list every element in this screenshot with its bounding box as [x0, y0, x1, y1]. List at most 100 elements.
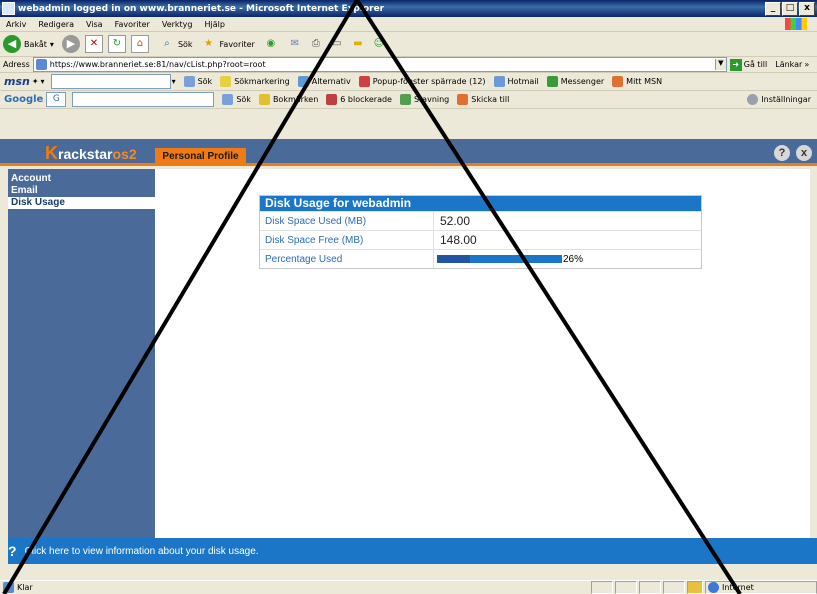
menu-arkiv[interactable]: Arkiv — [6, 20, 26, 29]
table-row: Disk Space Free (MB) 148.00 — [260, 230, 701, 249]
disk-used-label: Disk Space Used (MB) — [260, 212, 434, 230]
address-input[interactable]: https://www.branneriet.se:81/nav/cList.p… — [32, 57, 727, 72]
google-search-button[interactable]: Sök — [222, 94, 251, 105]
favorites-star-icon[interactable]: ★ — [201, 36, 217, 52]
usage-progress-bar — [437, 255, 562, 263]
forward-arrow-icon[interactable]: ▶ — [61, 35, 80, 53]
sidebar-item-account[interactable]: Account — [8, 173, 155, 185]
status-cell — [591, 581, 613, 594]
sidebar-item-email[interactable]: Email — [8, 185, 155, 197]
disk-usage-title: Disk Usage for webadmin — [260, 196, 701, 211]
close-icon[interactable]: x — [796, 145, 812, 161]
menu-favoriter[interactable]: Favoriter — [115, 20, 150, 29]
menu-visa[interactable]: Visa — [86, 20, 103, 29]
help-icon[interactable]: ? — [774, 145, 790, 161]
my-msn-button[interactable]: Mitt MSN — [612, 76, 662, 87]
links-label[interactable]: Länkar — [775, 60, 802, 69]
table-row: Disk Space Used (MB) 52.00 — [260, 211, 701, 230]
lock-icon — [687, 581, 703, 594]
table-row: Percentage Used 26% — [260, 249, 701, 268]
ie-icon — [2, 2, 15, 15]
msn-logo: msn — [4, 75, 30, 88]
zone-cell: Internet — [705, 581, 817, 594]
zone-text: Internet — [722, 583, 754, 592]
google-toolbar: Google G Sök Bokmärken 6 blockerade Stav… — [0, 91, 817, 109]
edit-icon[interactable]: ▭ — [329, 36, 345, 52]
sidebar-item-disk-usage[interactable]: Disk Usage — [8, 197, 155, 209]
links-chevron-icon[interactable]: » — [804, 60, 809, 69]
google-g-button[interactable]: G — [46, 92, 67, 107]
messenger-button[interactable]: Messenger — [546, 76, 604, 87]
address-bar: Adress https://www.branneriet.se:81/nav/… — [0, 57, 817, 73]
alternatives-button[interactable]: Alternativ — [297, 76, 351, 87]
left-window-frame — [0, 139, 8, 538]
address-url: https://www.branneriet.se:81/nav/cList.p… — [49, 60, 266, 69]
msn-butterfly-icon: ✦ — [31, 77, 39, 86]
globe-icon — [708, 582, 719, 593]
go-button[interactable]: Gå till — [744, 60, 767, 69]
help-question-icon: ? — [8, 543, 17, 559]
address-label: Adress — [3, 60, 30, 69]
media-icon[interactable]: ◉ — [263, 36, 279, 52]
usage-progress-fill — [437, 255, 470, 263]
status-cell — [663, 581, 685, 594]
windows-flag-icon — [785, 18, 807, 30]
status-bar: Klar Internet — [0, 580, 817, 594]
status-text: Klar — [17, 583, 33, 592]
search-button[interactable]: Sök — [178, 40, 193, 49]
right-window-frame — [810, 166, 817, 538]
send-to-button[interactable]: Skicka till — [457, 94, 509, 105]
disk-used-value: 52.00 — [440, 214, 471, 228]
sidebar: Account Email Disk Usage — [8, 169, 155, 538]
status-cell — [639, 581, 661, 594]
menu-verktyg[interactable]: Verktyg — [162, 20, 193, 29]
close-window-button[interactable]: x — [799, 1, 815, 16]
window-title: webadmin logged in on www.branneriet.se … — [18, 3, 385, 14]
go-arrow-icon[interactable]: ➜ — [729, 58, 742, 71]
home-icon[interactable]: ⌂ — [130, 35, 149, 53]
msn-toolbar: msn ✦ ▾ ▾ Sök Sökmarkering Alternativ Po… — [0, 73, 817, 91]
back-arrow-icon[interactable]: ◀ — [3, 35, 21, 53]
spelling-button[interactable]: Stavning — [399, 94, 449, 105]
disk-free-label: Disk Space Free (MB) — [260, 231, 434, 249]
bottom-window-frame — [0, 564, 817, 580]
msn-menu-dropdown-icon[interactable]: ▾ — [41, 77, 45, 86]
bookmarks-button[interactable]: Bokmärken — [258, 94, 318, 105]
search-icon[interactable]: ⌕ — [159, 36, 175, 52]
maximize-button[interactable]: □ — [782, 1, 798, 16]
menu-hjalp[interactable]: Hjälp — [205, 20, 225, 29]
folder-icon[interactable]: ▬ — [350, 36, 366, 52]
google-search-input[interactable] — [72, 92, 215, 107]
print-icon[interactable]: ⎙ — [308, 36, 324, 52]
window-titlebar: webadmin logged in on www.branneriet.se … — [0, 0, 817, 17]
minimize-button[interactable]: _ — [765, 1, 781, 16]
help-text-link[interactable]: Click here to view information about you… — [25, 546, 259, 557]
percentage-used-label: Percentage Used — [260, 250, 434, 268]
back-dropdown-icon[interactable]: ▾ — [50, 40, 54, 49]
msn-search-button[interactable]: Sök — [183, 76, 212, 87]
hotmail-button[interactable]: Hotmail — [493, 76, 539, 87]
disk-usage-table: Disk Usage for webadmin Disk Space Used … — [259, 195, 702, 269]
msn-search-input[interactable] — [50, 74, 171, 89]
stop-icon[interactable]: ✕ — [84, 35, 103, 53]
menu-redigera[interactable]: Redigera — [38, 20, 74, 29]
mail-icon[interactable]: ✉ — [287, 36, 303, 52]
refresh-icon[interactable]: ↻ — [107, 35, 126, 53]
favorites-button[interactable]: Favoriter — [220, 40, 255, 49]
messenger-icon[interactable]: ☺ — [371, 36, 387, 52]
help-bar[interactable]: ? Click here to view information about y… — [8, 538, 817, 564]
settings-button[interactable]: Inställningar — [747, 94, 811, 105]
app-header: Krackstaros2 Personal Profile ? x — [0, 139, 817, 166]
highlight-button[interactable]: Sökmarkering — [220, 76, 290, 87]
popup-blocker-button[interactable]: Popup-fönster spärrade (12) — [358, 76, 486, 87]
page-icon — [35, 59, 47, 70]
navigation-toolbar: ◀ Bakåt ▾ ▶ ✕ ↻ ⌂ ⌕ Sök ★ Favoriter ◉ ✉ … — [0, 32, 817, 57]
back-button[interactable]: Bakåt — [24, 40, 47, 49]
address-dropdown-icon[interactable]: ▼ — [714, 59, 726, 70]
krackstar-logo: Krackstaros2 — [45, 143, 137, 163]
msn-search-dropdown-icon[interactable]: ▾ — [172, 77, 176, 86]
tab-personal-profile[interactable]: Personal Profile — [155, 148, 246, 166]
popup-blocked-button[interactable]: 6 blockerade — [326, 94, 392, 105]
page-status-icon — [3, 582, 14, 593]
percentage-used-value: 26% — [563, 253, 584, 265]
